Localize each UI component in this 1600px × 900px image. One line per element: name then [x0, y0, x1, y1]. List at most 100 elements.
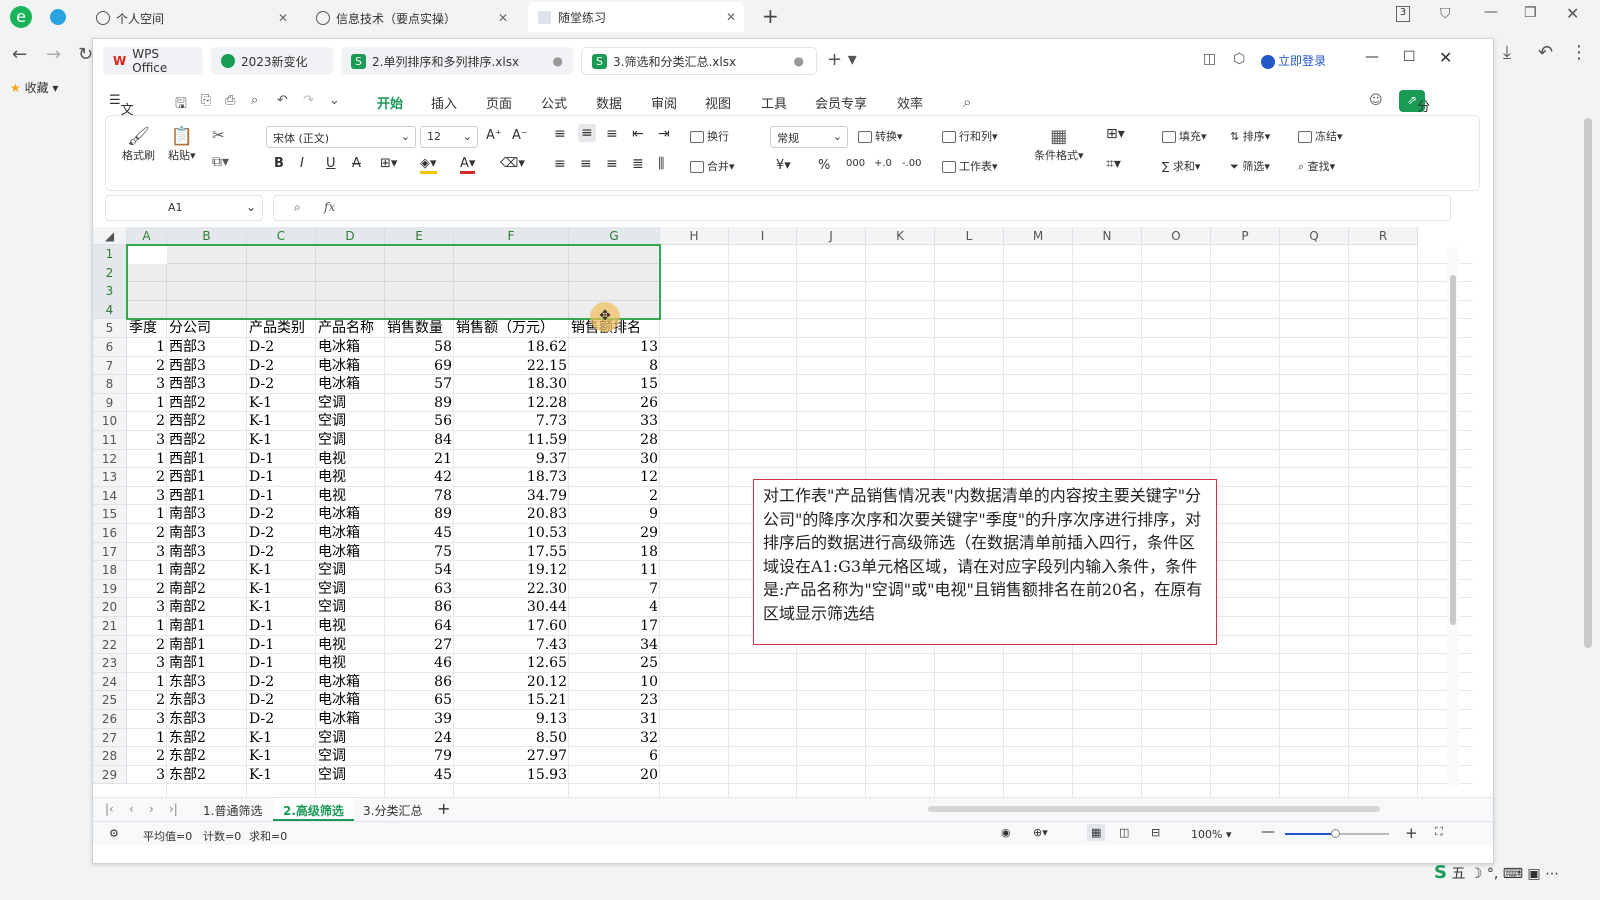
align-bottom-icon[interactable]: ≡: [606, 126, 618, 142]
cell[interactable]: 8.50: [456, 729, 567, 748]
cell[interactable]: 西部1: [169, 487, 206, 506]
cell[interactable]: 分公司: [169, 319, 211, 338]
cell[interactable]: 电视: [318, 636, 346, 655]
zoom-slider[interactable]: [1285, 829, 1389, 838]
cell[interactable]: 空调: [318, 412, 346, 431]
cell[interactable]: 南部2: [169, 598, 206, 617]
menu-tools[interactable]: 工具: [761, 93, 787, 112]
cell[interactable]: 7.43: [456, 636, 567, 655]
cell[interactable]: 12.28: [456, 394, 567, 413]
justify-icon[interactable]: ≣: [632, 156, 644, 172]
redo-icon[interactable]: ↷: [303, 93, 314, 108]
number-format-select[interactable]: 常规 ⌄: [770, 126, 848, 148]
close-icon[interactable]: ✕: [1566, 4, 1579, 23]
macro-icon[interactable]: ⚙: [109, 827, 119, 840]
cell[interactable]: 20.83: [456, 505, 567, 524]
cell[interactable]: 东部2: [169, 747, 206, 766]
cell[interactable]: 22.15: [456, 357, 567, 376]
cut-icon[interactable]: ✂: [212, 126, 225, 144]
row-header[interactable]: 9: [93, 393, 127, 413]
cell[interactable]: 2: [129, 357, 165, 376]
next-sheet-icon[interactable]: ›: [149, 802, 154, 816]
cell[interactable]: 1: [129, 729, 165, 748]
cell[interactable]: 8: [571, 357, 658, 376]
row-header[interactable]: 28: [93, 747, 127, 766]
cell[interactable]: 电视: [318, 617, 346, 636]
cell[interactable]: 24: [387, 729, 452, 748]
eraser-icon[interactable]: ⌫▾: [500, 156, 525, 171]
cell[interactable]: 20: [571, 766, 658, 785]
cell[interactable]: D-1: [249, 617, 274, 636]
cell[interactable]: 3: [129, 543, 165, 562]
menu-home[interactable]: 开始: [377, 93, 404, 117]
row-header[interactable]: 12: [93, 449, 127, 469]
cell[interactable]: 2: [571, 487, 658, 506]
row-header[interactable]: 16: [93, 524, 127, 543]
row-header[interactable]: 2: [93, 263, 127, 283]
cell[interactable]: D-2: [249, 524, 274, 543]
bold-icon[interactable]: B: [274, 156, 284, 171]
bookmarks-bar[interactable]: ★ 收藏 ▾: [10, 79, 58, 96]
menu-review[interactable]: 审阅: [651, 93, 677, 112]
browser-tab-active[interactable]: 随堂练习 ✕: [528, 2, 744, 32]
cell[interactable]: K-1: [249, 747, 272, 766]
font-family-select[interactable]: 宋体 (正文) ⌄: [266, 126, 416, 148]
menu-data[interactable]: 数据: [596, 93, 622, 112]
align-right-icon[interactable]: ≡: [606, 156, 618, 172]
cell[interactable]: D-2: [249, 338, 274, 357]
close-icon[interactable]: ✕: [278, 11, 288, 25]
row-header[interactable]: 25: [93, 691, 127, 710]
conditional-format-button[interactable]: ▦ 条件格式▾: [1034, 126, 1084, 163]
column-header[interactable]: C: [247, 227, 316, 245]
column-header[interactable]: N: [1073, 227, 1142, 245]
cell[interactable]: 产品名称: [318, 319, 374, 338]
cell[interactable]: 58: [387, 338, 452, 357]
column-header[interactable]: B: [167, 227, 247, 245]
preview-icon[interactable]: ⌕: [251, 93, 258, 108]
chevron-down-icon[interactable]: ⌄: [329, 93, 340, 108]
doc-tab[interactable]: 2023新变化: [211, 47, 333, 75]
cell[interactable]: 9: [571, 505, 658, 524]
cell[interactable]: D-1: [249, 654, 274, 673]
cell[interactable]: 空调: [318, 729, 346, 748]
column-header[interactable]: P: [1211, 227, 1280, 245]
horizontal-scrollbar[interactable]: [928, 806, 1380, 812]
cell[interactable]: 西部1: [169, 468, 206, 487]
cell[interactable]: 销售额（万元）: [456, 319, 554, 338]
cell[interactable]: 6: [571, 747, 658, 766]
cell[interactable]: 销售数量: [387, 319, 443, 338]
prev-sheet-icon[interactable]: ‹: [129, 802, 134, 816]
column-header[interactable]: F: [454, 227, 569, 245]
sheet-tab-active[interactable]: 2.高级筛选: [273, 798, 354, 821]
cell[interactable]: 64: [387, 617, 452, 636]
save-icon[interactable]: 🖫: [175, 93, 187, 117]
maximize-icon[interactable]: ☐: [1403, 49, 1416, 65]
cell[interactable]: K-1: [249, 580, 272, 599]
row-header[interactable]: 5: [93, 319, 127, 338]
cell[interactable]: 25: [571, 654, 658, 673]
scroll-thumb[interactable]: [1450, 275, 1456, 625]
cell[interactable]: 西部1: [169, 450, 206, 469]
cell[interactable]: 54: [387, 561, 452, 580]
column-header[interactable]: Q: [1280, 227, 1349, 245]
cell[interactable]: 18.30: [456, 375, 567, 394]
cell[interactable]: 空调: [318, 580, 346, 599]
cell[interactable]: K-1: [249, 598, 272, 617]
sheet-tab[interactable]: 1.普通筛选: [195, 798, 270, 821]
increase-decimal-icon[interactable]: +.0: [874, 158, 892, 169]
menu-insert[interactable]: 插入: [431, 93, 457, 112]
protect-icon[interactable]: ⊕▾: [1033, 826, 1048, 839]
cell[interactable]: 18.62: [456, 338, 567, 357]
row-header[interactable]: 23: [93, 654, 127, 673]
cell[interactable]: 1: [129, 673, 165, 692]
menu-formula[interactable]: 公式: [541, 93, 567, 112]
cell[interactable]: 南部1: [169, 654, 206, 673]
sort-button[interactable]: ⇅ 排序▾: [1230, 128, 1270, 144]
tab-counter[interactable]: 3: [1396, 6, 1410, 22]
cell[interactable]: 电冰箱: [318, 710, 360, 729]
telegram-icon[interactable]: [50, 9, 66, 25]
column-header[interactable]: K: [866, 227, 935, 245]
align-left-icon[interactable]: ≡: [554, 156, 566, 172]
align-center-icon[interactable]: ≡: [580, 156, 592, 172]
print-icon[interactable]: ⎙: [225, 93, 235, 108]
